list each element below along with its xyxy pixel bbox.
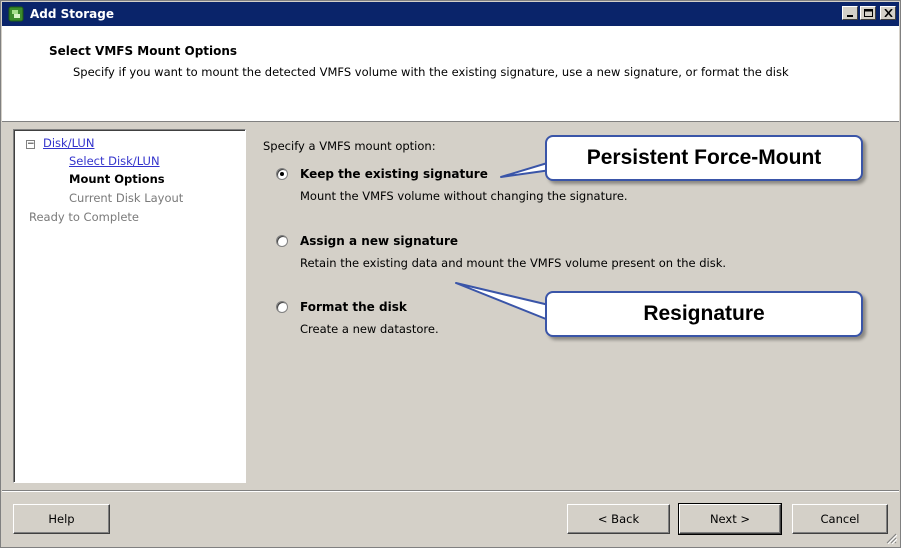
back-button[interactable]: < Back [567, 504, 670, 534]
footer-separator [2, 490, 899, 492]
resize-grip-icon[interactable] [885, 532, 897, 544]
callout-resignature: Resignature [545, 291, 863, 337]
cancel-button[interactable]: Cancel [792, 504, 888, 534]
add-storage-window: Add Storage Select VMFS Mount Options Sp… [0, 0, 901, 548]
help-button[interactable]: Help [13, 504, 110, 534]
callout-persistent-force-mount: Persistent Force-Mount [545, 135, 863, 181]
callout-pointers [455, 160, 562, 326]
next-button[interactable]: Next > [678, 503, 782, 535]
